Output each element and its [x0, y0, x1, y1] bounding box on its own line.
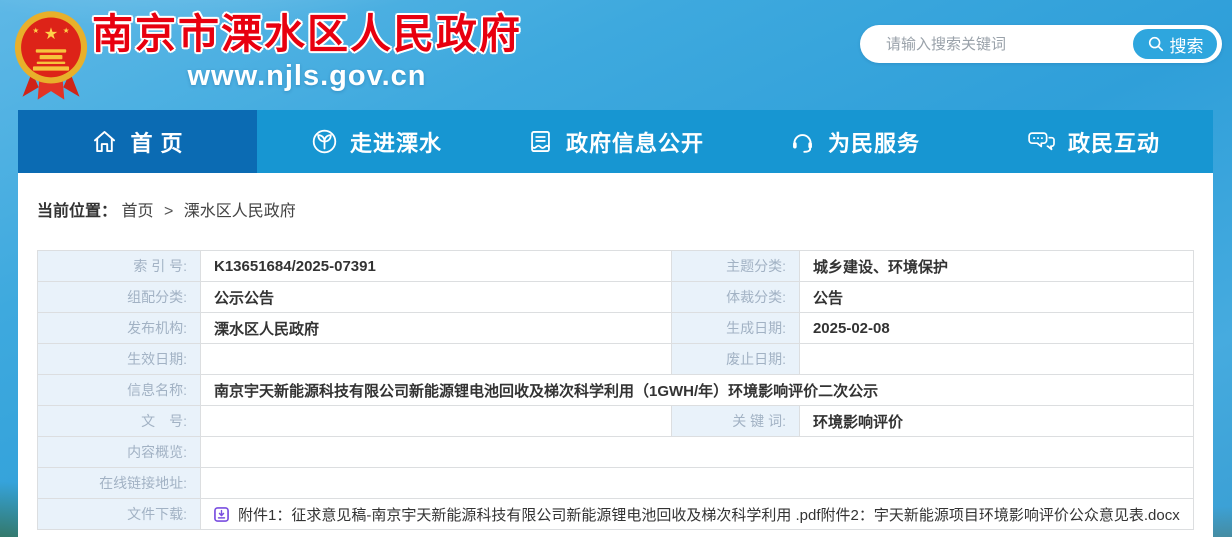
sprout-icon [311, 128, 338, 155]
search-input[interactable] [884, 35, 1131, 54]
nav-tab-public-interaction[interactable]: 政民互动 [974, 110, 1213, 173]
field-value-effective-date [201, 344, 672, 375]
field-value-issuing-agency: 溧水区人民政府 [201, 313, 672, 344]
nav-tab-label: 为民服务 [828, 126, 920, 158]
site-url: www.njls.gov.cn [188, 60, 427, 93]
field-label-index-number: 索 引 号: [38, 251, 201, 282]
field-label-info-title: 信息名称: [38, 375, 201, 406]
table-row: 文件下载: 附件1：征求意见稿-南京宇天新能源科技有限公司新能源锂电池回收及梯次… [38, 499, 1194, 530]
field-label-issuing-agency: 发布机构: [38, 313, 201, 344]
field-label-document-number: 文 号: [38, 406, 201, 437]
field-label-online-link: 在线链接地址: [38, 468, 201, 499]
national-emblem-logo: ★ ★ ★ [13, 7, 89, 103]
svg-text:★: ★ [44, 25, 58, 43]
main-content: 当前位置： 首页 > 溧水区人民政府 索 引 号: K13651684/2025… [18, 173, 1213, 537]
table-row: 索 引 号: K13651684/2025-07391 主题分类: 城乡建设、环… [38, 251, 1194, 282]
breadcrumb: 当前位置： 首页 > 溧水区人民政府 [37, 197, 1194, 221]
main-navigation: 首 页 走进溧水 政府信息公开 [18, 110, 1213, 173]
table-row: 信息名称: 南京宇天新能源科技有限公司新能源锂电池回收及梯次科学利用（1GWH/… [38, 375, 1194, 406]
site-title: 南京市溧水区人民政府 [92, 12, 522, 57]
site-header: ★ ★ ★ 南京市溧水区人民政府 www.njls.gov.cn 搜索 [0, 0, 1232, 110]
field-label-content-overview: 内容概览: [38, 437, 201, 468]
nav-tab-home[interactable]: 首 页 [18, 110, 257, 173]
headset-icon [789, 128, 816, 155]
breadcrumb-separator: > [164, 203, 173, 220]
field-value-generated-date: 2025-02-08 [799, 313, 1193, 344]
nav-tab-label: 政民互动 [1068, 126, 1160, 158]
table-row: 组配分类: 公示公告 体裁分类: 公告 [38, 282, 1194, 313]
field-value-content-overview [201, 437, 1194, 468]
field-label-topic-category: 主题分类: [671, 251, 799, 282]
field-label-generated-date: 生成日期: [671, 313, 799, 344]
info-disclosure-table: 索 引 号: K13651684/2025-07391 主题分类: 城乡建设、环… [37, 250, 1194, 530]
breadcrumb-link-current[interactable]: 溧水区人民政府 [184, 203, 296, 220]
nav-tab-gov-info-disclosure[interactable]: 政府信息公开 [496, 110, 735, 173]
svg-text:★: ★ [63, 26, 70, 35]
nav-tab-public-services[interactable]: 为民服务 [735, 110, 974, 173]
svg-text:★: ★ [32, 26, 39, 35]
chat-bubbles-icon [1027, 128, 1056, 155]
field-label-keywords: 关 键 词: [671, 406, 799, 437]
field-label-effective-date: 生效日期: [38, 344, 201, 375]
breadcrumb-link-home[interactable]: 首页 [121, 203, 153, 220]
document-icon [527, 128, 554, 155]
search-bar: 搜索 [860, 25, 1222, 63]
field-value-genre-category: 公告 [799, 282, 1193, 313]
field-label-genre-category: 体裁分类: [671, 282, 799, 313]
table-row: 内容概览: [38, 437, 1194, 468]
site-branding: 南京市溧水区人民政府 www.njls.gov.cn [92, 12, 522, 93]
field-value-group-category: 公示公告 [201, 282, 672, 313]
table-row: 在线链接地址: [38, 468, 1194, 499]
search-button[interactable]: 搜索 [1131, 27, 1219, 61]
search-icon [1147, 35, 1165, 53]
table-row: 生效日期: 废止日期: [38, 344, 1194, 375]
field-value-document-number [201, 406, 672, 437]
table-row: 文 号: 关 键 词: 环境影响评价 [38, 406, 1194, 437]
field-value-index-number: K13651684/2025-07391 [201, 251, 672, 282]
attachment-link-pdf[interactable]: 附件1：征求意见稿-南京宇天新能源科技有限公司新能源锂电池回收及梯次科学利用 .… [238, 507, 821, 524]
nav-tab-about-lishui[interactable]: 走进溧水 [257, 110, 496, 173]
field-label-file-download: 文件下载: [38, 499, 201, 530]
field-value-online-link [201, 468, 1194, 499]
field-value-info-title: 南京宇天新能源科技有限公司新能源锂电池回收及梯次科学利用（1GWH/年）环境影响… [201, 375, 1194, 406]
download-icon [214, 507, 229, 522]
breadcrumb-prefix: 当前位置： [37, 203, 117, 220]
nav-tab-label: 走进溧水 [350, 126, 442, 158]
field-value-keywords: 环境影响评价 [799, 406, 1193, 437]
field-value-expiry-date [799, 344, 1193, 375]
home-icon [91, 128, 118, 155]
nav-tab-label: 政府信息公开 [566, 126, 704, 158]
field-value-topic-category: 城乡建设、环境保护 [799, 251, 1193, 282]
field-label-group-category: 组配分类: [38, 282, 201, 313]
nav-tab-label: 首 页 [130, 126, 183, 158]
table-row: 发布机构: 溧水区人民政府 生成日期: 2025-02-08 [38, 313, 1194, 344]
field-label-expiry-date: 废止日期: [671, 344, 799, 375]
attachment-link-docx[interactable]: 附件2：宇天新能源项目环境影响评价公众意见表.docx [821, 507, 1180, 524]
field-value-file-download: 附件1：征求意见稿-南京宇天新能源科技有限公司新能源锂电池回收及梯次科学利用 .… [201, 499, 1194, 530]
search-button-label: 搜索 [1170, 32, 1204, 57]
